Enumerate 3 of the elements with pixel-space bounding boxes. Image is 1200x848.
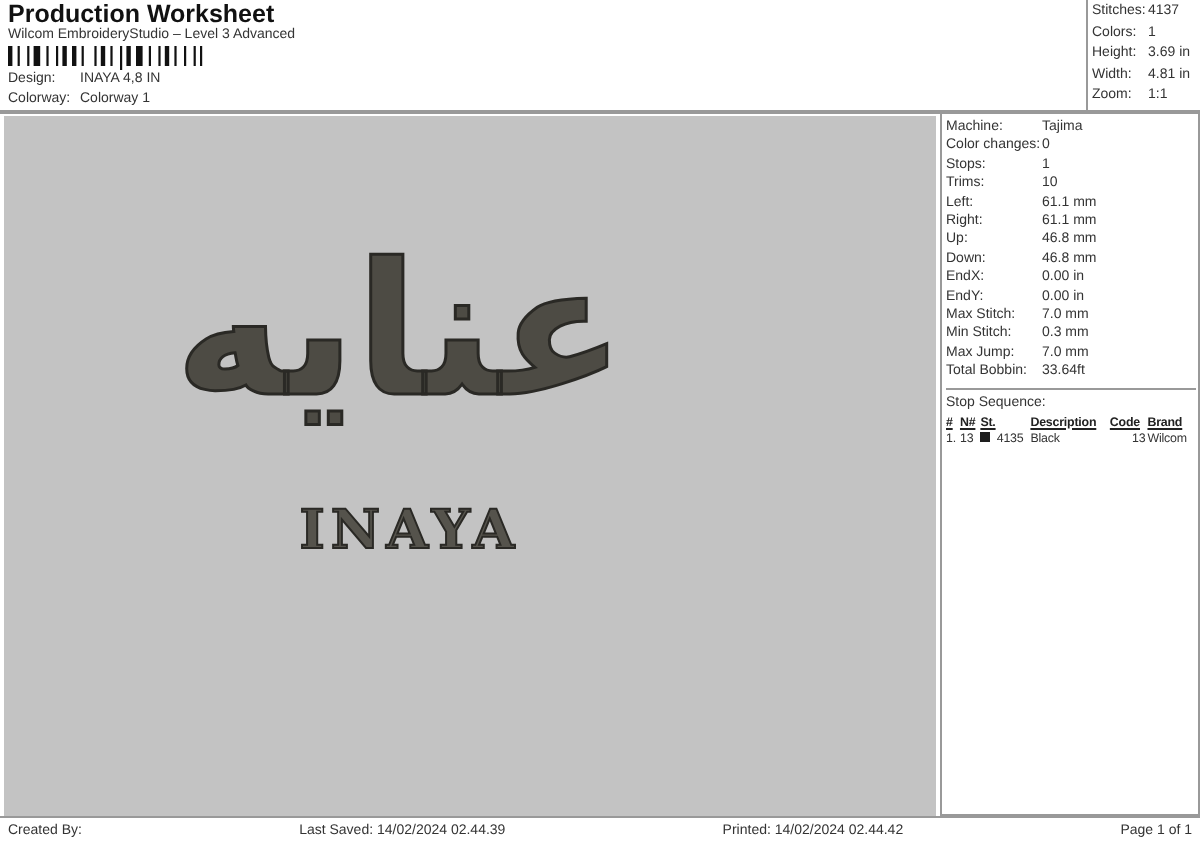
worksheet-title: Production Worksheet <box>8 2 275 28</box>
embroidered-arabic-text: عنايه <box>174 240 626 424</box>
embroidered-latin-text: INAYA <box>299 504 521 558</box>
